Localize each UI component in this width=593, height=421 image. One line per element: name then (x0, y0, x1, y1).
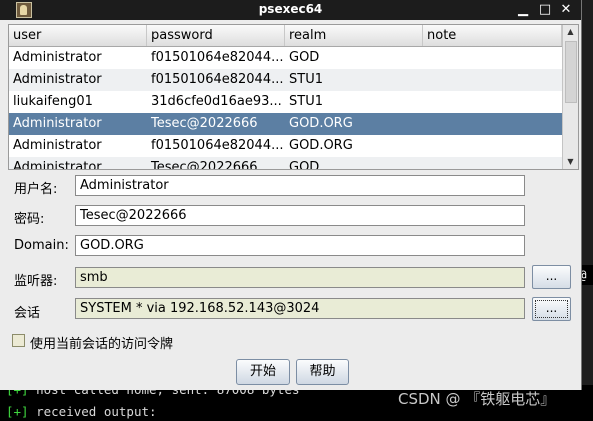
cell-note (423, 113, 562, 135)
listener-label: 监听器: (14, 274, 58, 289)
scroll-up-icon[interactable]: ▲ (563, 25, 578, 39)
password-field[interactable]: Tesec@2022666 (75, 205, 525, 226)
title-bar[interactable]: psexec64 ▁ □ ✕ (0, 0, 581, 20)
cell-password: f01501064e82044... (151, 138, 284, 153)
table-row[interactable]: Administrator f01501064e82044... GOD.ORG (9, 135, 562, 157)
cell-realm: GOD.ORG (289, 116, 353, 131)
column-header-user[interactable]: user (9, 25, 147, 46)
table-header: user password realm note (9, 25, 562, 47)
help-button[interactable]: 帮助 (296, 359, 349, 385)
choose-listener-button[interactable]: ... (532, 265, 571, 289)
minimize-icon[interactable]: ▁ (514, 1, 532, 19)
credentials-table: user password realm note Administrator f… (8, 24, 579, 170)
terminal-text: received output: (36, 404, 157, 419)
column-header-note[interactable]: note (423, 25, 562, 46)
cell-note (423, 135, 562, 157)
cell-note (423, 69, 562, 91)
cell-note (423, 157, 562, 169)
cell-password: f01501064e82044... (151, 50, 284, 65)
scroll-down-icon[interactable]: ▼ (563, 155, 578, 169)
cell-password: Tesec@2022666 (151, 116, 258, 131)
session-field: SYSTEM * via 192.168.52.143@3024 (75, 298, 525, 319)
table-row[interactable]: Administrator f01501064e82044... STU1 (9, 69, 562, 91)
cell-realm: GOD (289, 50, 320, 65)
password-label: 密码: (14, 212, 45, 227)
table-scrollbar[interactable]: ▲ ▼ (562, 25, 578, 169)
table-row[interactable]: Administrator f01501064e82044... GOD (9, 47, 562, 69)
terminal-prefix: [+] (6, 404, 29, 419)
cell-user: Administrator (13, 72, 102, 87)
close-icon[interactable]: ✕ (557, 1, 575, 19)
column-header-realm[interactable]: realm (285, 25, 423, 46)
listener-field: smb (75, 267, 525, 288)
cell-user: Administrator (13, 50, 102, 65)
cell-password: f01501064e82044... (151, 72, 284, 87)
cell-note (423, 47, 562, 69)
use-session-token-label[interactable]: 使用当前会话的访问令牌 (30, 333, 173, 352)
watermark: CSDN @ 『铁躯电芯』 (398, 390, 556, 408)
cell-note (423, 91, 562, 113)
start-button[interactable]: 开始 (236, 359, 290, 385)
cell-realm: STU1 (289, 72, 323, 87)
session-label: 会话 (14, 306, 41, 321)
cell-realm: STU1 (289, 94, 323, 109)
domain-field[interactable]: GOD.ORG (75, 235, 525, 256)
domain-label: Domain: (14, 238, 69, 253)
table-row-selected[interactable]: Administrator Tesec@2022666 GOD.ORG (9, 113, 562, 135)
cell-user: Administrator (13, 138, 102, 153)
terminal-line: [+] received output: (6, 404, 157, 419)
username-label: 用户名: (14, 182, 58, 197)
choose-session-button[interactable]: ... (532, 297, 571, 321)
table-row[interactable]: liukaifeng01 31d6cfe0d16ae93... STU1 (9, 91, 562, 113)
cell-user: Administrator (13, 116, 102, 131)
window-title: psexec64 (258, 2, 323, 16)
use-session-token-checkbox[interactable] (12, 334, 25, 347)
cell-user: Administrator (13, 160, 102, 170)
column-header-password[interactable]: password (147, 25, 285, 46)
table-body: Administrator f01501064e82044... GOD Adm… (9, 47, 562, 170)
table-row[interactable]: Administrator Tesec@2022666 GOD (9, 157, 562, 170)
username-field[interactable]: Administrator (75, 175, 525, 196)
cell-user: liukaifeng01 (13, 94, 93, 109)
cell-realm: GOD.ORG (289, 138, 353, 153)
scrollbar-thumb[interactable] (565, 41, 577, 103)
cell-password: 31d6cfe0d16ae93... (151, 94, 282, 109)
cell-realm: GOD (289, 160, 320, 170)
maximize-icon[interactable]: □ (536, 1, 554, 19)
psexec-dialog: psexec64 ▁ □ ✕ user password realm note … (0, 0, 582, 390)
cell-password: Tesec@2022666 (151, 160, 258, 170)
